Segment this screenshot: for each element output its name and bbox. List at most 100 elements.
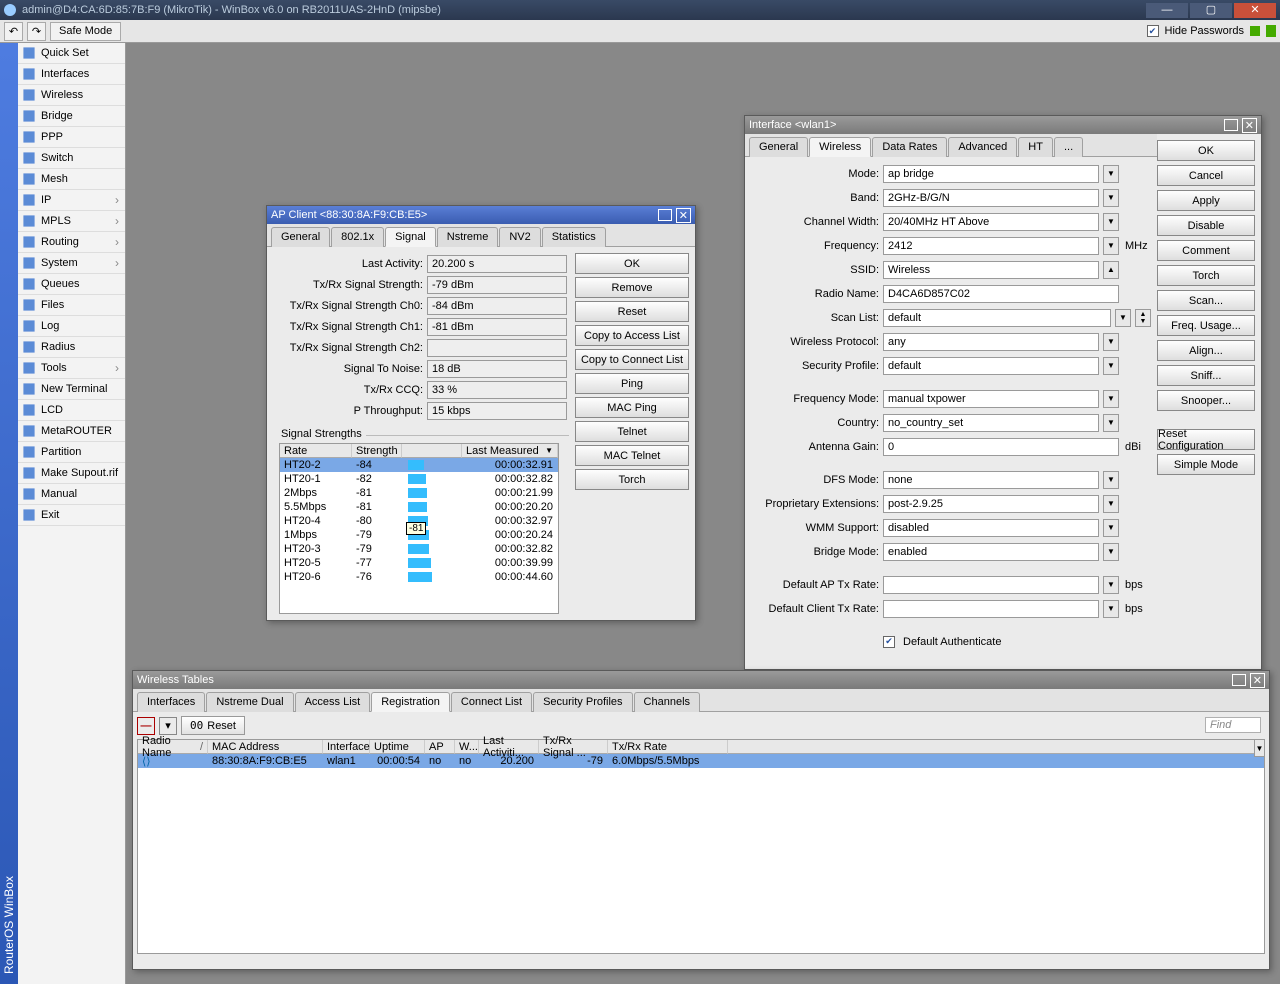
registration-grid[interactable]: Radio Name /MAC AddressInterfaceUptimeAP… [137, 739, 1265, 954]
field-input[interactable]: enabled [883, 543, 1099, 561]
field-input[interactable]: Wireless [883, 261, 1099, 279]
down-icon[interactable]: ▼ [1103, 600, 1119, 618]
field-input[interactable]: ap bridge [883, 165, 1099, 183]
field-input[interactable]: 0 [883, 438, 1119, 456]
filter-button[interactable]: ▾ [159, 717, 177, 735]
dropdown-icon[interactable]: ▼ [1103, 471, 1119, 489]
field-input[interactable]: 2412 [883, 237, 1099, 255]
snooper--button[interactable]: Snooper... [1157, 390, 1255, 411]
column-header[interactable]: MAC Address [208, 740, 323, 754]
close-button[interactable]: ✕ [1234, 3, 1276, 18]
dropdown-icon[interactable]: ▼ [1115, 309, 1131, 327]
undo-button[interactable]: ↶ [4, 22, 23, 41]
dropdown-icon[interactable]: ▼ [1103, 213, 1119, 231]
dropdown-icon[interactable]: ▼ [1103, 390, 1119, 408]
sidebar-item-metarouter[interactable]: MetaROUTER [18, 421, 125, 442]
table-row[interactable]: HT20-2-8400:00:32.91 [280, 458, 558, 472]
dropdown-icon[interactable]: ▼ [1103, 357, 1119, 375]
ping-button[interactable]: Ping [575, 373, 689, 394]
hide-passwords-checkbox[interactable]: ✔ [1147, 25, 1159, 37]
sidebar-item-lcd[interactable]: LCD [18, 400, 125, 421]
comment-button[interactable]: Comment [1157, 240, 1255, 261]
column-header[interactable]: Tx/Rx Signal ... [539, 740, 608, 754]
redo-button[interactable]: ↷ [27, 22, 46, 41]
field-input[interactable]: default [883, 309, 1111, 327]
column-header[interactable]: Radio Name / [138, 740, 208, 754]
tab--[interactable]: ... [1054, 137, 1083, 157]
table-row[interactable]: HT20-6-7600:00:44.60 [280, 570, 558, 584]
field-input[interactable]: D4CA6D857C02 [883, 285, 1119, 303]
signal-strengths-grid[interactable]: RateStrengthLast Measured▼ HT20-2-8400:0… [279, 443, 559, 614]
sidebar-item-ip[interactable]: IP [18, 190, 125, 211]
tab-data-rates[interactable]: Data Rates [872, 137, 947, 157]
table-row[interactable]: HT20-1-8200:00:32.82 [280, 472, 558, 486]
reset-button[interactable]: Reset [575, 301, 689, 322]
field-input[interactable] [883, 576, 1099, 594]
telnet-button[interactable]: Telnet [575, 421, 689, 442]
default-authenticate-checkbox[interactable]: ✔ [883, 636, 895, 648]
disable-button[interactable]: Disable [1157, 215, 1255, 236]
sniff--button[interactable]: Sniff... [1157, 365, 1255, 386]
sidebar-item-routing[interactable]: Routing [18, 232, 125, 253]
remove-button[interactable]: Remove [575, 277, 689, 298]
table-row[interactable]: 5.5Mbps-8100:00:20.20 [280, 500, 558, 514]
tab-connect-list[interactable]: Connect List [451, 692, 532, 712]
ok-button[interactable]: OK [1157, 140, 1255, 161]
find-input[interactable]: Find [1205, 717, 1261, 733]
reset-button[interactable]: 00Reset [181, 716, 245, 735]
interface-title[interactable]: Interface <wlan1> ✕ [745, 116, 1261, 134]
sidebar-item-make-supout-rif[interactable]: Make Supout.rif [18, 463, 125, 484]
tab-signal[interactable]: Signal [385, 227, 436, 247]
dropdown-icon[interactable]: ▼ [1103, 543, 1119, 561]
dropdown-icon[interactable]: ▼ [1103, 237, 1119, 255]
sidebar-item-log[interactable]: Log [18, 316, 125, 337]
column-header[interactable]: AP [425, 740, 455, 754]
torch-button[interactable]: Torch [1157, 265, 1255, 286]
dropdown-icon[interactable]: ▼ [1103, 165, 1119, 183]
ok-button[interactable]: OK [575, 253, 689, 274]
field-input[interactable]: 20/40MHz HT Above [883, 213, 1099, 231]
remove-button[interactable]: — [137, 717, 155, 735]
tab-advanced[interactable]: Advanced [948, 137, 1017, 157]
column-header[interactable]: Uptime [370, 740, 425, 754]
sidebar-item-manual[interactable]: Manual [18, 484, 125, 505]
scan--button[interactable]: Scan... [1157, 290, 1255, 311]
lock-icon[interactable] [1266, 25, 1276, 37]
wireless-tables-title[interactable]: Wireless Tables ✕ [133, 671, 1269, 689]
sidebar-item-partition[interactable]: Partition [18, 442, 125, 463]
tab-nstreme[interactable]: Nstreme [437, 227, 499, 247]
sidebar-item-system[interactable]: System [18, 253, 125, 274]
tab-channels[interactable]: Channels [634, 692, 700, 712]
down-icon[interactable]: ▼ [1103, 576, 1119, 594]
table-row[interactable]: HT20-5-7700:00:39.99 [280, 556, 558, 570]
restore-icon[interactable] [1232, 674, 1246, 686]
reset-configuration-button[interactable]: Reset Configuration [1157, 429, 1255, 450]
sidebar-item-mesh[interactable]: Mesh [18, 169, 125, 190]
dropdown-icon[interactable]: ▼ [1103, 189, 1119, 207]
sidebar-item-quick-set[interactable]: Quick Set [18, 43, 125, 64]
dropdown-icon[interactable]: ▼ [1103, 414, 1119, 432]
mac-telnet-button[interactable]: MAC Telnet [575, 445, 689, 466]
sidebar-item-interfaces[interactable]: Interfaces [18, 64, 125, 85]
up-icon[interactable]: ▲ [1103, 261, 1119, 279]
tab-802-1x[interactable]: 802.1x [331, 227, 384, 247]
ap-client-title[interactable]: AP Client <88:30:8A:F9:CB:E5> ✕ [267, 206, 695, 224]
simple-mode-button[interactable]: Simple Mode [1157, 454, 1255, 475]
column-header[interactable]: Last Measured▼ [462, 444, 558, 458]
field-input[interactable]: any [883, 333, 1099, 351]
sidebar-item-exit[interactable]: Exit [18, 505, 125, 526]
sidebar-item-new-terminal[interactable]: New Terminal [18, 379, 125, 400]
align--button[interactable]: Align... [1157, 340, 1255, 361]
field-input[interactable]: manual txpower [883, 390, 1099, 408]
sidebar-item-queues[interactable]: Queues [18, 274, 125, 295]
freq-usage--button[interactable]: Freq. Usage... [1157, 315, 1255, 336]
field-input[interactable]: default [883, 357, 1099, 375]
columns-button[interactable]: ▼ [1254, 739, 1265, 757]
tab-general[interactable]: General [749, 137, 808, 157]
safe-mode-button[interactable]: Safe Mode [50, 22, 121, 41]
tab-wireless[interactable]: Wireless [809, 137, 871, 157]
field-input[interactable]: 2GHz-B/G/N [883, 189, 1099, 207]
field-input[interactable] [883, 600, 1099, 618]
field-input[interactable]: disabled [883, 519, 1099, 537]
restore-icon[interactable] [1224, 119, 1238, 131]
